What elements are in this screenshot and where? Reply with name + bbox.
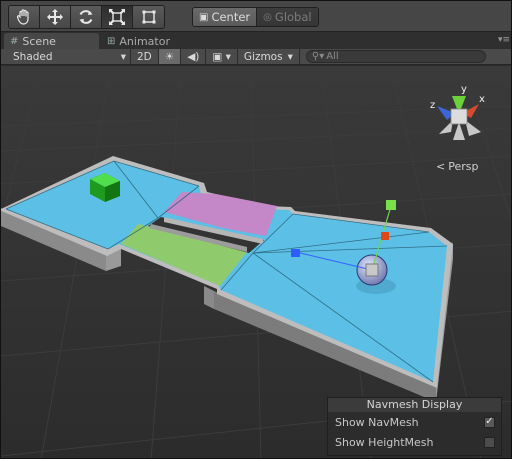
move-tool-button[interactable] [40, 6, 71, 28]
mode-2d-button[interactable]: 2D [131, 49, 159, 64]
rect-icon [142, 10, 155, 24]
dropdown-arrow-icon: ▾ [287, 50, 293, 63]
mode-2d-label: 2D [137, 50, 152, 63]
scale-icon [109, 9, 125, 25]
move-arrows-icon [47, 9, 63, 25]
center-label: Center [211, 10, 251, 24]
shading-mode-label: Shaded [13, 50, 53, 63]
tab-animator[interactable]: ⊞ Animator [101, 33, 176, 49]
search-icon: ⚲▾ [311, 51, 325, 62]
tab-scene-label: Scene [22, 34, 56, 48]
global-label: Global [274, 10, 312, 24]
navmesh-display-title: Navmesh Display [328, 398, 501, 412]
shading-mode-dropdown[interactable]: Shaded ▾ [1, 49, 131, 64]
persp-label: Persp [448, 160, 479, 173]
audio-toggle[interactable]: ◀) [181, 49, 207, 64]
speaker-icon: ◀) [187, 50, 200, 63]
search-input[interactable] [326, 51, 477, 62]
image-icon: ▣ ▾ [212, 50, 231, 63]
globe-icon: ◎ [263, 11, 272, 23]
tab-animator-label: Animator [119, 34, 170, 48]
tab-scene[interactable]: # Scene [4, 33, 99, 49]
projection-toggle[interactable]: < Persp [436, 160, 478, 173]
show-navmesh-row[interactable]: Show NavMesh ✓ [328, 412, 501, 432]
show-heightmesh-label: Show HeightMesh [335, 435, 434, 449]
effects-toggle[interactable]: ▣ ▾ [206, 49, 238, 64]
sun-icon: ☀ [164, 50, 175, 63]
show-heightmesh-row[interactable]: Show HeightMesh [328, 432, 501, 452]
pivot-toggle: ▣ Center ◎ Global [192, 7, 319, 27]
scene-options-bar: Shaded ▾ 2D ☀ ◀) ▣ ▾ Gizmos ▾ ⚲▾ [1, 49, 511, 65]
tab-menu-icon[interactable]: ▾≡ [498, 35, 510, 45]
hand-tool-button[interactable] [9, 6, 40, 28]
rect-tool-button[interactable] [133, 6, 164, 28]
scene-search: ⚲▾ [305, 50, 486, 63]
axis-x-label: x [479, 94, 485, 105]
main-toolbar: ▣ Center ◎ Global [1, 1, 511, 32]
show-navmesh-checkbox[interactable]: ✓ [484, 416, 495, 428]
center-button[interactable]: ▣ Center [193, 8, 257, 26]
gizmos-label: Gizmos [243, 50, 283, 63]
axis-z-label: z [430, 100, 435, 111]
scene-window: ▣ Center ◎ Global # Scene ⊞ Animator ▾≡ … [0, 0, 512, 459]
persp-arrow-icon: < [436, 160, 446, 173]
navmesh-display-panel: Navmesh Display Show NavMesh ✓ Show Heig… [327, 397, 502, 456]
show-heightmesh-checkbox[interactable] [484, 436, 495, 448]
gizmos-dropdown[interactable]: Gizmos ▾ [238, 49, 300, 64]
scene-icon: # [10, 35, 19, 47]
pivot-center-icon: ▣ [199, 11, 209, 23]
rotate-tool-button[interactable] [71, 6, 102, 28]
lighting-toggle[interactable]: ☀ [158, 49, 182, 64]
scene-viewport[interactable]: y x z < Persp Navmesh Display Show NavMe… [1, 66, 511, 458]
tab-bar: # Scene ⊞ Animator ▾≡ [1, 32, 511, 49]
global-button[interactable]: ◎ Global [256, 8, 318, 26]
hand-icon [16, 9, 29, 25]
show-navmesh-label: Show NavMesh [335, 415, 419, 429]
transform-tools [8, 5, 165, 29]
animator-icon: ⊞ [107, 35, 116, 47]
scale-tool-button[interactable] [102, 6, 133, 28]
axis-y-label: y [461, 84, 467, 95]
dropdown-arrow-icon: ▾ [120, 50, 126, 63]
rotate-icon [79, 10, 93, 24]
